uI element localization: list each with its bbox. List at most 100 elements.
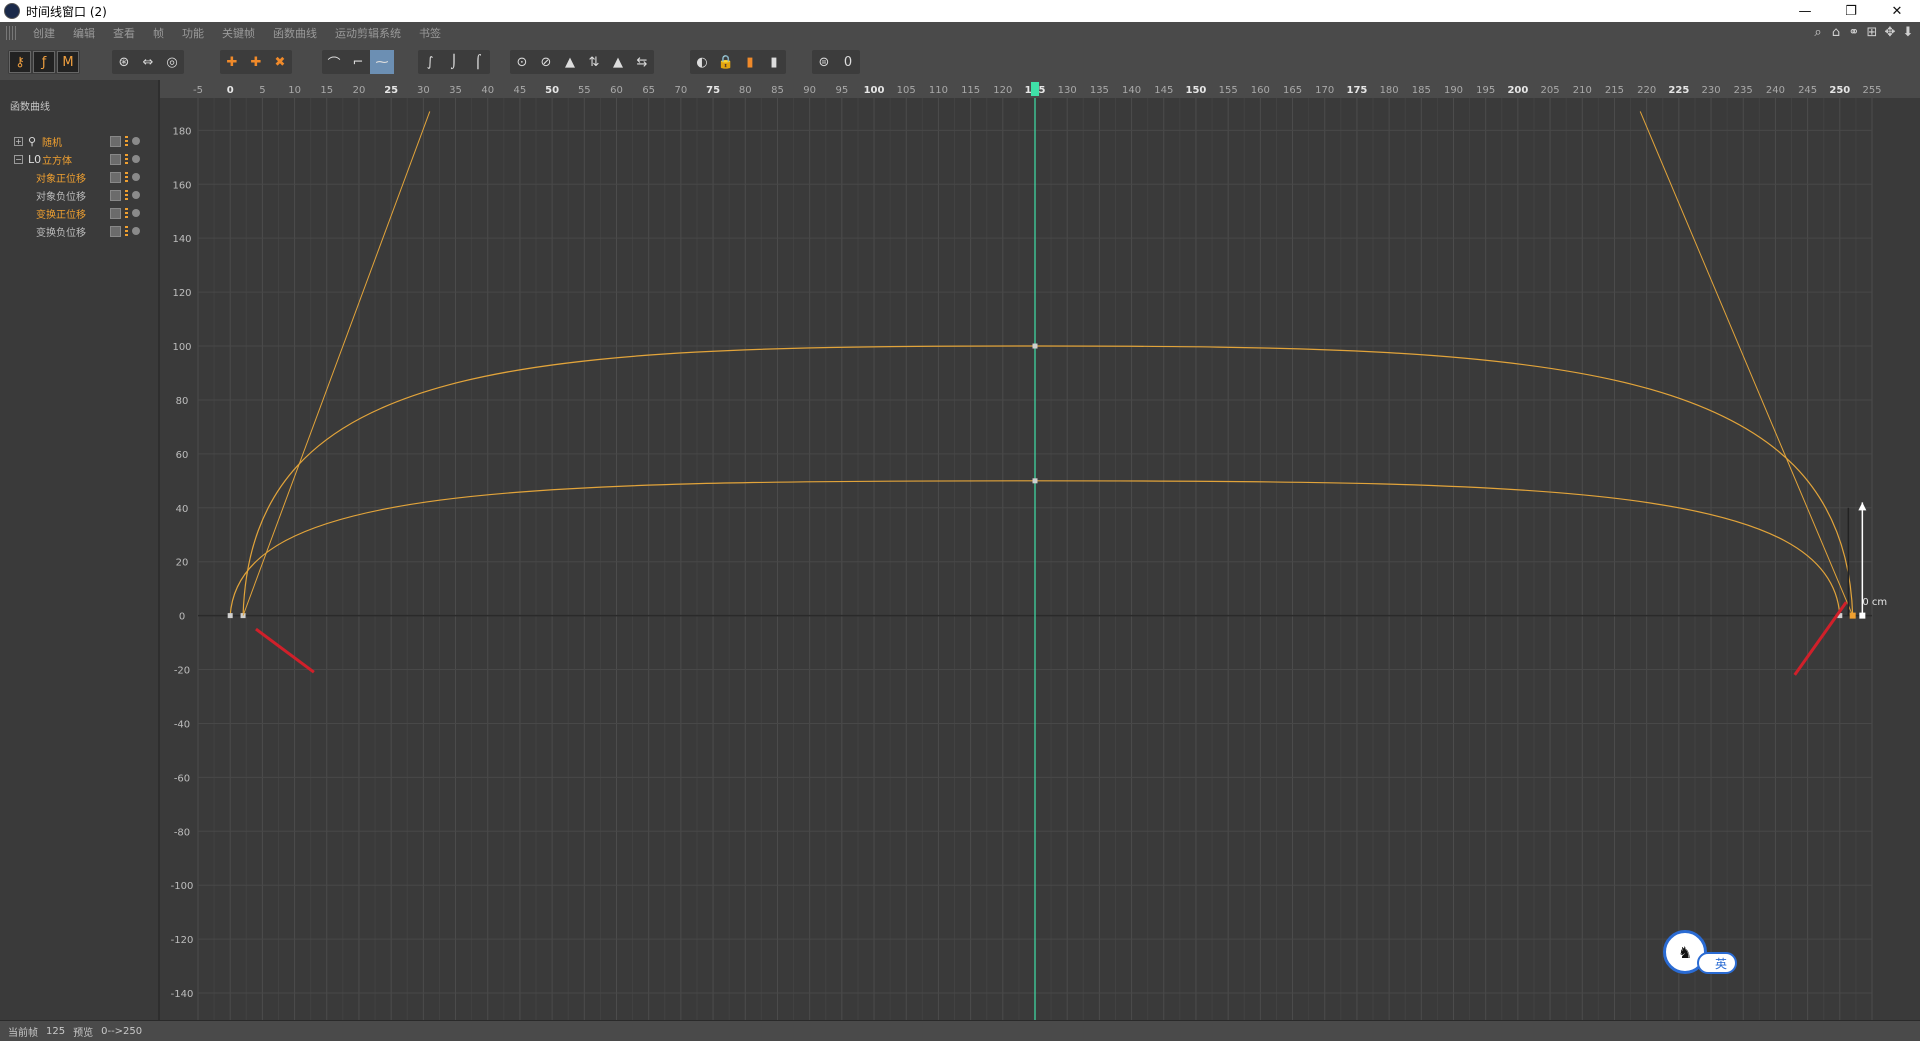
spline-linear-icon[interactable]: ⁓ [370, 50, 394, 74]
value-tick-label: 60 [176, 450, 189, 461]
menu-fcurve[interactable]: 函数曲线 [264, 25, 326, 41]
menu-bar: 创建 编辑 查看 帧 功能 关键帧 函数曲线 运动剪辑系统 书签 ⌕ ⌂ ⚭ ⊞… [0, 22, 1920, 44]
menu-functions[interactable]: 功能 [173, 25, 213, 41]
tree-row-cube[interactable]: − L0 立方体 [0, 150, 158, 168]
menu-create[interactable]: 创建 [24, 25, 64, 41]
expand-toggle[interactable]: + [14, 136, 23, 146]
tree-row-track[interactable]: 变换正位移 [0, 204, 158, 222]
visibility-icon[interactable] [110, 171, 121, 183]
solo-icon[interactable] [132, 209, 140, 217]
frame-tick-label: 100 [864, 85, 885, 96]
value-tick-label: 120 [172, 288, 191, 299]
restore-button[interactable]: ❐ [1828, 0, 1874, 22]
menu-keyframe[interactable]: 关键帧 [213, 25, 264, 41]
frame-tick-label: 160 [1251, 85, 1270, 96]
frame-tick-label: 215 [1605, 85, 1624, 96]
minimize-button[interactable]: — [1782, 0, 1828, 22]
fcurve-mode-button[interactable]: ƒ [33, 51, 55, 73]
tree-row-track[interactable]: 变换负位移 [0, 222, 158, 240]
tangent-zero-icon[interactable]: ⊙ [510, 50, 534, 74]
frame-tick-label: 170 [1315, 85, 1334, 96]
lock-value-icon[interactable]: ▲ [606, 50, 630, 74]
lock-tangent-icon[interactable]: ▲ [558, 50, 582, 74]
link-icon[interactable]: ⚭ [1848, 25, 1860, 40]
close-button[interactable]: ✕ [1874, 0, 1920, 22]
motion-mode-button[interactable]: M [57, 51, 79, 73]
solo-icon[interactable] [132, 137, 140, 145]
add-key-selected-icon[interactable]: ✚ [244, 50, 268, 74]
solo-icon[interactable] [132, 155, 140, 163]
zoom-icon[interactable]: ⌕ [1812, 25, 1824, 40]
ease-in-icon[interactable]: ⌡ [442, 50, 466, 74]
visibility-icon[interactable] [110, 135, 121, 147]
value-handle [1859, 612, 1866, 619]
frame-tick-label: 185 [1412, 85, 1431, 96]
home-icon[interactable]: ⌂ [1830, 25, 1842, 40]
scroll-down-icon[interactable]: ⬇ [1902, 25, 1914, 40]
ease-in-out-icon[interactable]: ∫ [418, 50, 442, 74]
fcurve-graph[interactable]: 180 160 140 120 100 80 60 40 20 0 -20 -40 -60 -80 -100… [160, 80, 1920, 1020]
visibility-icon[interactable] [110, 207, 121, 219]
frame-tick-label: 150 [1186, 85, 1207, 96]
frame-tick-label: 30 [417, 85, 430, 96]
visibility-icon[interactable] [110, 225, 121, 237]
unlock-tangent-icon[interactable]: ⇅ [582, 50, 606, 74]
break-icon[interactable]: ⊜ [812, 50, 836, 74]
keyframe-mode-button[interactable]: ⚷ [9, 51, 31, 73]
spline-step-icon[interactable]: ⌐ [346, 50, 370, 74]
menu-motion-clip[interactable]: 运动剪辑系统 [326, 25, 410, 41]
visibility-icon[interactable] [110, 189, 121, 201]
frame-tick-label: 235 [1734, 85, 1753, 96]
tangent-break-icon[interactable]: ⊘ [534, 50, 558, 74]
frame-all-icon[interactable]: ⊞ [1866, 25, 1878, 40]
frame-tick-label: 240 [1766, 85, 1785, 96]
menu-view[interactable]: 查看 [104, 25, 144, 41]
snap-icon[interactable]: ⊛ [112, 50, 136, 74]
playhead-marker [1031, 82, 1039, 96]
menu-bookmarks[interactable]: 书签 [410, 25, 450, 41]
solo-icon[interactable] [132, 227, 140, 235]
mute-key-icon[interactable]: ◐ [690, 50, 714, 74]
value-tick-label: 140 [172, 234, 191, 245]
menu-edit[interactable]: 编辑 [64, 25, 104, 41]
frame-tick-label: 245 [1798, 85, 1817, 96]
menu-grip-icon[interactable] [6, 26, 18, 40]
solo-icon[interactable] [132, 191, 140, 199]
tree-row-random[interactable]: + ⚲ 随机 [0, 132, 158, 150]
frame-tick-label: 15 [320, 85, 333, 96]
lock-all-icon[interactable]: ▮ [762, 50, 786, 74]
ime-language[interactable]: 英 [1697, 952, 1737, 974]
tree-row-track[interactable]: 对象负位移 [0, 186, 158, 204]
value-tick-label: 80 [176, 396, 189, 407]
visibility-icon[interactable] [110, 153, 121, 165]
lock-time-icon[interactable]: ⇆ [630, 50, 654, 74]
lock-track-icon[interactable]: ▮ [738, 50, 762, 74]
frame-tick-label: 200 [1507, 85, 1528, 96]
value-tick-label: 40 [176, 504, 189, 515]
frame-tick-label: 0 [227, 85, 234, 96]
scale-keys-icon[interactable]: ⇔ [136, 50, 160, 74]
lock-key-icon[interactable]: 🔒 [714, 50, 738, 74]
menu-frame[interactable]: 帧 [144, 25, 173, 41]
graph-background [160, 80, 1920, 1020]
solo-icon[interactable] [132, 173, 140, 181]
frame-tick-label: -5 [193, 85, 203, 96]
fcurve-canvas[interactable]: 180160140120100806040200-20-40-60-80-100… [160, 80, 1920, 1020]
panel-title: 函数曲线 [10, 102, 50, 113]
delete-key-icon[interactable]: ✖ [268, 50, 292, 74]
frame-tick-label: 110 [929, 85, 948, 96]
collapse-toggle[interactable]: − [14, 154, 23, 164]
ime-indicator[interactable]: ♞ 英 [1663, 930, 1743, 978]
value-tick-label: -20 [174, 666, 190, 677]
frame-tick-label: 155 [1219, 85, 1238, 96]
zero-icon[interactable]: 0 [836, 50, 860, 74]
value-readout: 0 cm [1862, 597, 1887, 608]
spline-soft-icon[interactable]: ⌒ [322, 50, 346, 74]
ripple-icon[interactable]: ◎ [160, 50, 184, 74]
tree-row-track[interactable]: 对象正位移 [0, 168, 158, 186]
add-key-icon[interactable]: ✚ [220, 50, 244, 74]
move-view-icon[interactable]: ✥ [1884, 25, 1896, 40]
ease-out-icon[interactable]: ⌠ [466, 50, 490, 74]
frame-tick-label: 165 [1283, 85, 1302, 96]
preview-range: 0-->250 [101, 1025, 143, 1037]
